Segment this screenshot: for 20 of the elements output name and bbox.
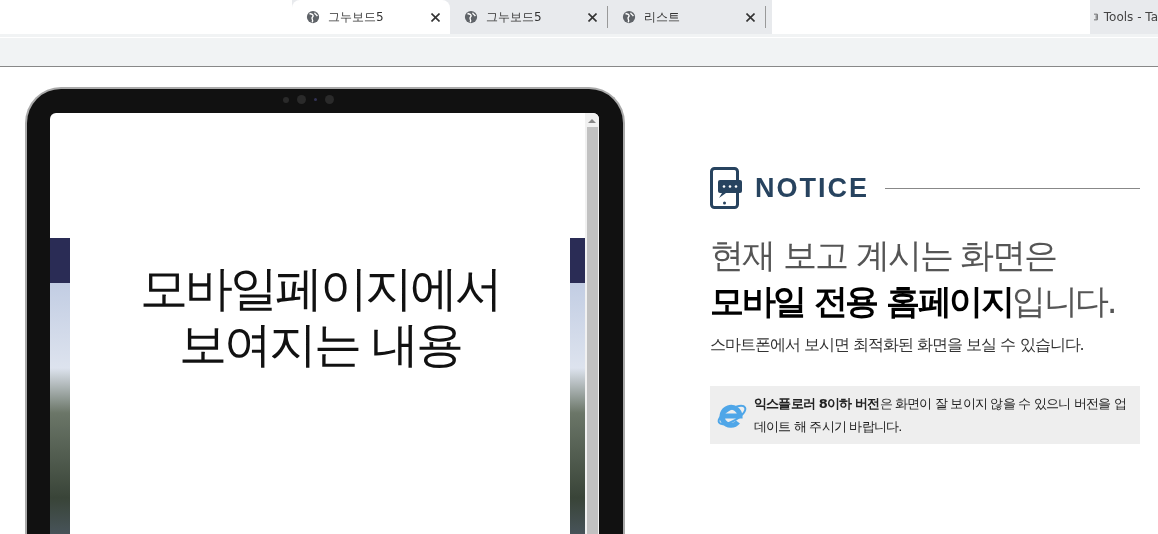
close-icon[interactable] <box>746 12 755 22</box>
globe-icon <box>464 10 478 24</box>
browser-tab[interactable]: 그누보드5 <box>450 6 608 28</box>
notice-headline: 현재 보고 계시는 화면은 <box>710 234 1058 277</box>
phone-chat-icon <box>710 167 743 209</box>
notice-headline: 모바일 전용 홈페이지입니다. <box>710 280 1116 323</box>
warning-text: 익스플로러 8이하 버전은 화면이 잘 보이지 않을 수 있으니 버전을 업데이트 해 주시기 바랍니다. <box>754 395 1127 436</box>
screen-heading: 모바일페이지에서 <box>139 260 501 316</box>
notice-title: NOTICE <box>755 172 869 204</box>
screen-heading: 보여지는 내용 <box>177 316 463 372</box>
browser-tab[interactable]: 그누보드5 <box>292 0 450 34</box>
close-icon[interactable] <box>588 12 597 22</box>
globe-icon <box>622 10 636 24</box>
camera-icon <box>283 95 334 104</box>
scrollbar[interactable] <box>585 113 599 534</box>
browser-tab[interactable]: 리스트 <box>608 6 766 28</box>
close-icon[interactable] <box>431 12 440 22</box>
bookmark-item[interactable]: Tools - Ta <box>1090 0 1158 34</box>
notice-subtext: 스마트폰에서 보시면 최적화된 화면을 보실 수 있습니다. <box>710 335 1085 356</box>
globe-icon <box>306 10 320 24</box>
